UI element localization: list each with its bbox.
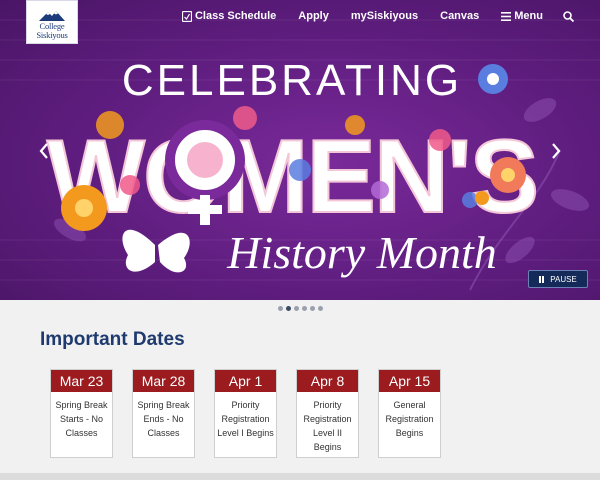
footer-band [0,473,600,480]
top-nav: Class Schedule Apply mySiskiyous Canvas … [160,10,574,22]
carousel-next-button[interactable] [548,140,564,162]
nav-menu[interactable]: Menu [501,10,543,22]
flower-pink-icon [490,157,526,193]
flower-orange-icon [61,185,107,231]
nav-canvas[interactable]: Canvas [440,10,479,22]
mountain-icon [39,11,65,21]
date-card[interactable]: Apr 8 Priority Registration Level II Begi… [296,369,359,458]
college-logo[interactable]: College Siskiyous [26,0,78,44]
carousel-dot[interactable] [309,306,315,311]
carousel-pause-button[interactable]: PAUSE [528,270,588,288]
chevron-left-icon [39,143,48,159]
hero-line1: CELEBRATING [122,56,462,105]
document-icon [181,10,192,22]
pause-icon [539,275,545,283]
flower-blue-icon [478,64,508,94]
carousel-dot[interactable] [293,306,299,311]
nav-label: mySiskiyous [350,10,419,22]
date-card-date: Mar 23 [51,370,112,392]
date-card[interactable]: Apr 1 Priority Registration Level I Begin… [214,369,277,458]
carousel-prev-button[interactable] [36,140,52,162]
important-dates-title: Important Dates [40,329,185,350]
date-card-description: Priority Registration Level I Begins [217,400,274,438]
date-card-description: Priority Registration Level II Begins [303,400,352,452]
carousel-dot[interactable] [277,306,283,311]
hero-line3: History Month [226,227,497,278]
nav-apply[interactable]: Apply [298,10,329,22]
nav-label: Menu [514,10,543,22]
chevron-right-icon [552,143,561,159]
hamburger-icon [501,11,512,21]
nav-mysiskiyous[interactable]: mySiskiyous [351,10,418,22]
date-card-description: Spring Break Ends - No Classes [137,400,190,438]
search-icon[interactable] [563,10,574,22]
date-card[interactable]: Mar 23 Spring Break Starts - No Classes [50,369,113,458]
carousel-dot[interactable] [285,306,291,311]
nav-label: Apply [298,10,329,22]
nav-class-schedule[interactable]: Class Schedule [181,10,277,22]
carousel-dot[interactable] [301,306,307,311]
date-card-date: Apr 1 [215,370,276,392]
butterfly-icon [122,229,190,273]
date-card[interactable]: Apr 15 General Registration Begins [378,369,441,458]
nav-label: Canvas [440,10,480,22]
carousel-dot[interactable] [317,306,323,311]
hero-banner: CELEBRATING WOMEN'S [0,0,600,300]
hero-artwork: CELEBRATING WOMEN'S [0,19,600,291]
date-card-date: Apr 8 [297,370,358,392]
pause-label: PAUSE [550,274,577,284]
nav-label: Class Schedule [194,10,277,22]
logo-line2: Siskiyous [36,30,68,40]
dates-cards: Mar 23 Spring Break Starts - No Classes Ma… [50,369,460,458]
date-card-date: Mar 28 [133,370,194,392]
date-card-description: General Registration Begins [385,400,434,438]
carousel-dots [0,306,600,311]
date-card-date: Apr 15 [379,370,440,392]
date-card[interactable]: Mar 28 Spring Break Ends - No Classes [132,369,195,458]
date-card-description: Spring Break Starts - No Classes [55,400,108,438]
